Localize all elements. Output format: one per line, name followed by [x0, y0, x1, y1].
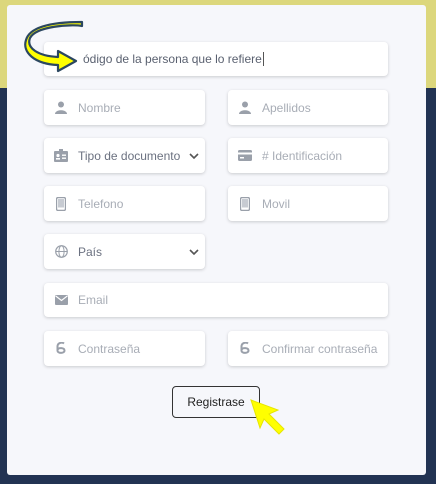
globe-icon	[54, 245, 68, 259]
country-select[interactable]: País	[44, 234, 205, 269]
text-cursor	[262, 52, 264, 66]
chevron-down-icon	[189, 245, 199, 259]
lock-digit-icon	[238, 342, 252, 356]
id-card-icon	[238, 149, 252, 163]
email-icon	[54, 293, 68, 307]
document-type-value: Tipo de documento	[78, 148, 181, 163]
user-icon	[54, 101, 68, 115]
confirm-password-field[interactable]: Confirmar contraseña	[228, 331, 388, 366]
phone-placeholder: Telefono	[78, 196, 124, 211]
phone-field[interactable]: Telefono	[44, 186, 205, 221]
mobile-placeholder: Movil	[262, 196, 291, 211]
register-button[interactable]: Registrase	[172, 386, 260, 418]
referrer-code-input[interactable]: ódigo de la persona que lo refiere	[44, 42, 388, 76]
referrer-code-text: ódigo de la persona que lo refiere	[83, 52, 262, 66]
confirm-password-placeholder: Confirmar contraseña	[262, 341, 378, 356]
chevron-down-icon	[189, 149, 199, 163]
email-field[interactable]: Email	[44, 283, 388, 317]
id-number-field[interactable]: # Identificación	[228, 138, 388, 173]
mobile-field[interactable]: Movil	[228, 186, 388, 221]
user-icon	[238, 101, 252, 115]
password-field[interactable]: Contraseña	[44, 331, 205, 366]
last-name-placeholder: Apellidos	[262, 100, 311, 115]
document-type-select[interactable]: Tipo de documento	[44, 138, 205, 173]
password-placeholder: Contraseña	[78, 341, 141, 356]
first-name-field[interactable]: Nombre	[44, 90, 205, 125]
lock-digit-icon	[54, 342, 68, 356]
last-name-field[interactable]: Apellidos	[228, 90, 388, 125]
phone-icon	[54, 196, 68, 211]
id-number-placeholder: # Identificación	[262, 148, 343, 163]
country-value: País	[78, 244, 103, 259]
first-name-placeholder: Nombre	[78, 100, 121, 115]
phone-icon	[238, 196, 252, 211]
email-placeholder: Email	[78, 293, 109, 307]
id-card-icon	[54, 149, 68, 163]
